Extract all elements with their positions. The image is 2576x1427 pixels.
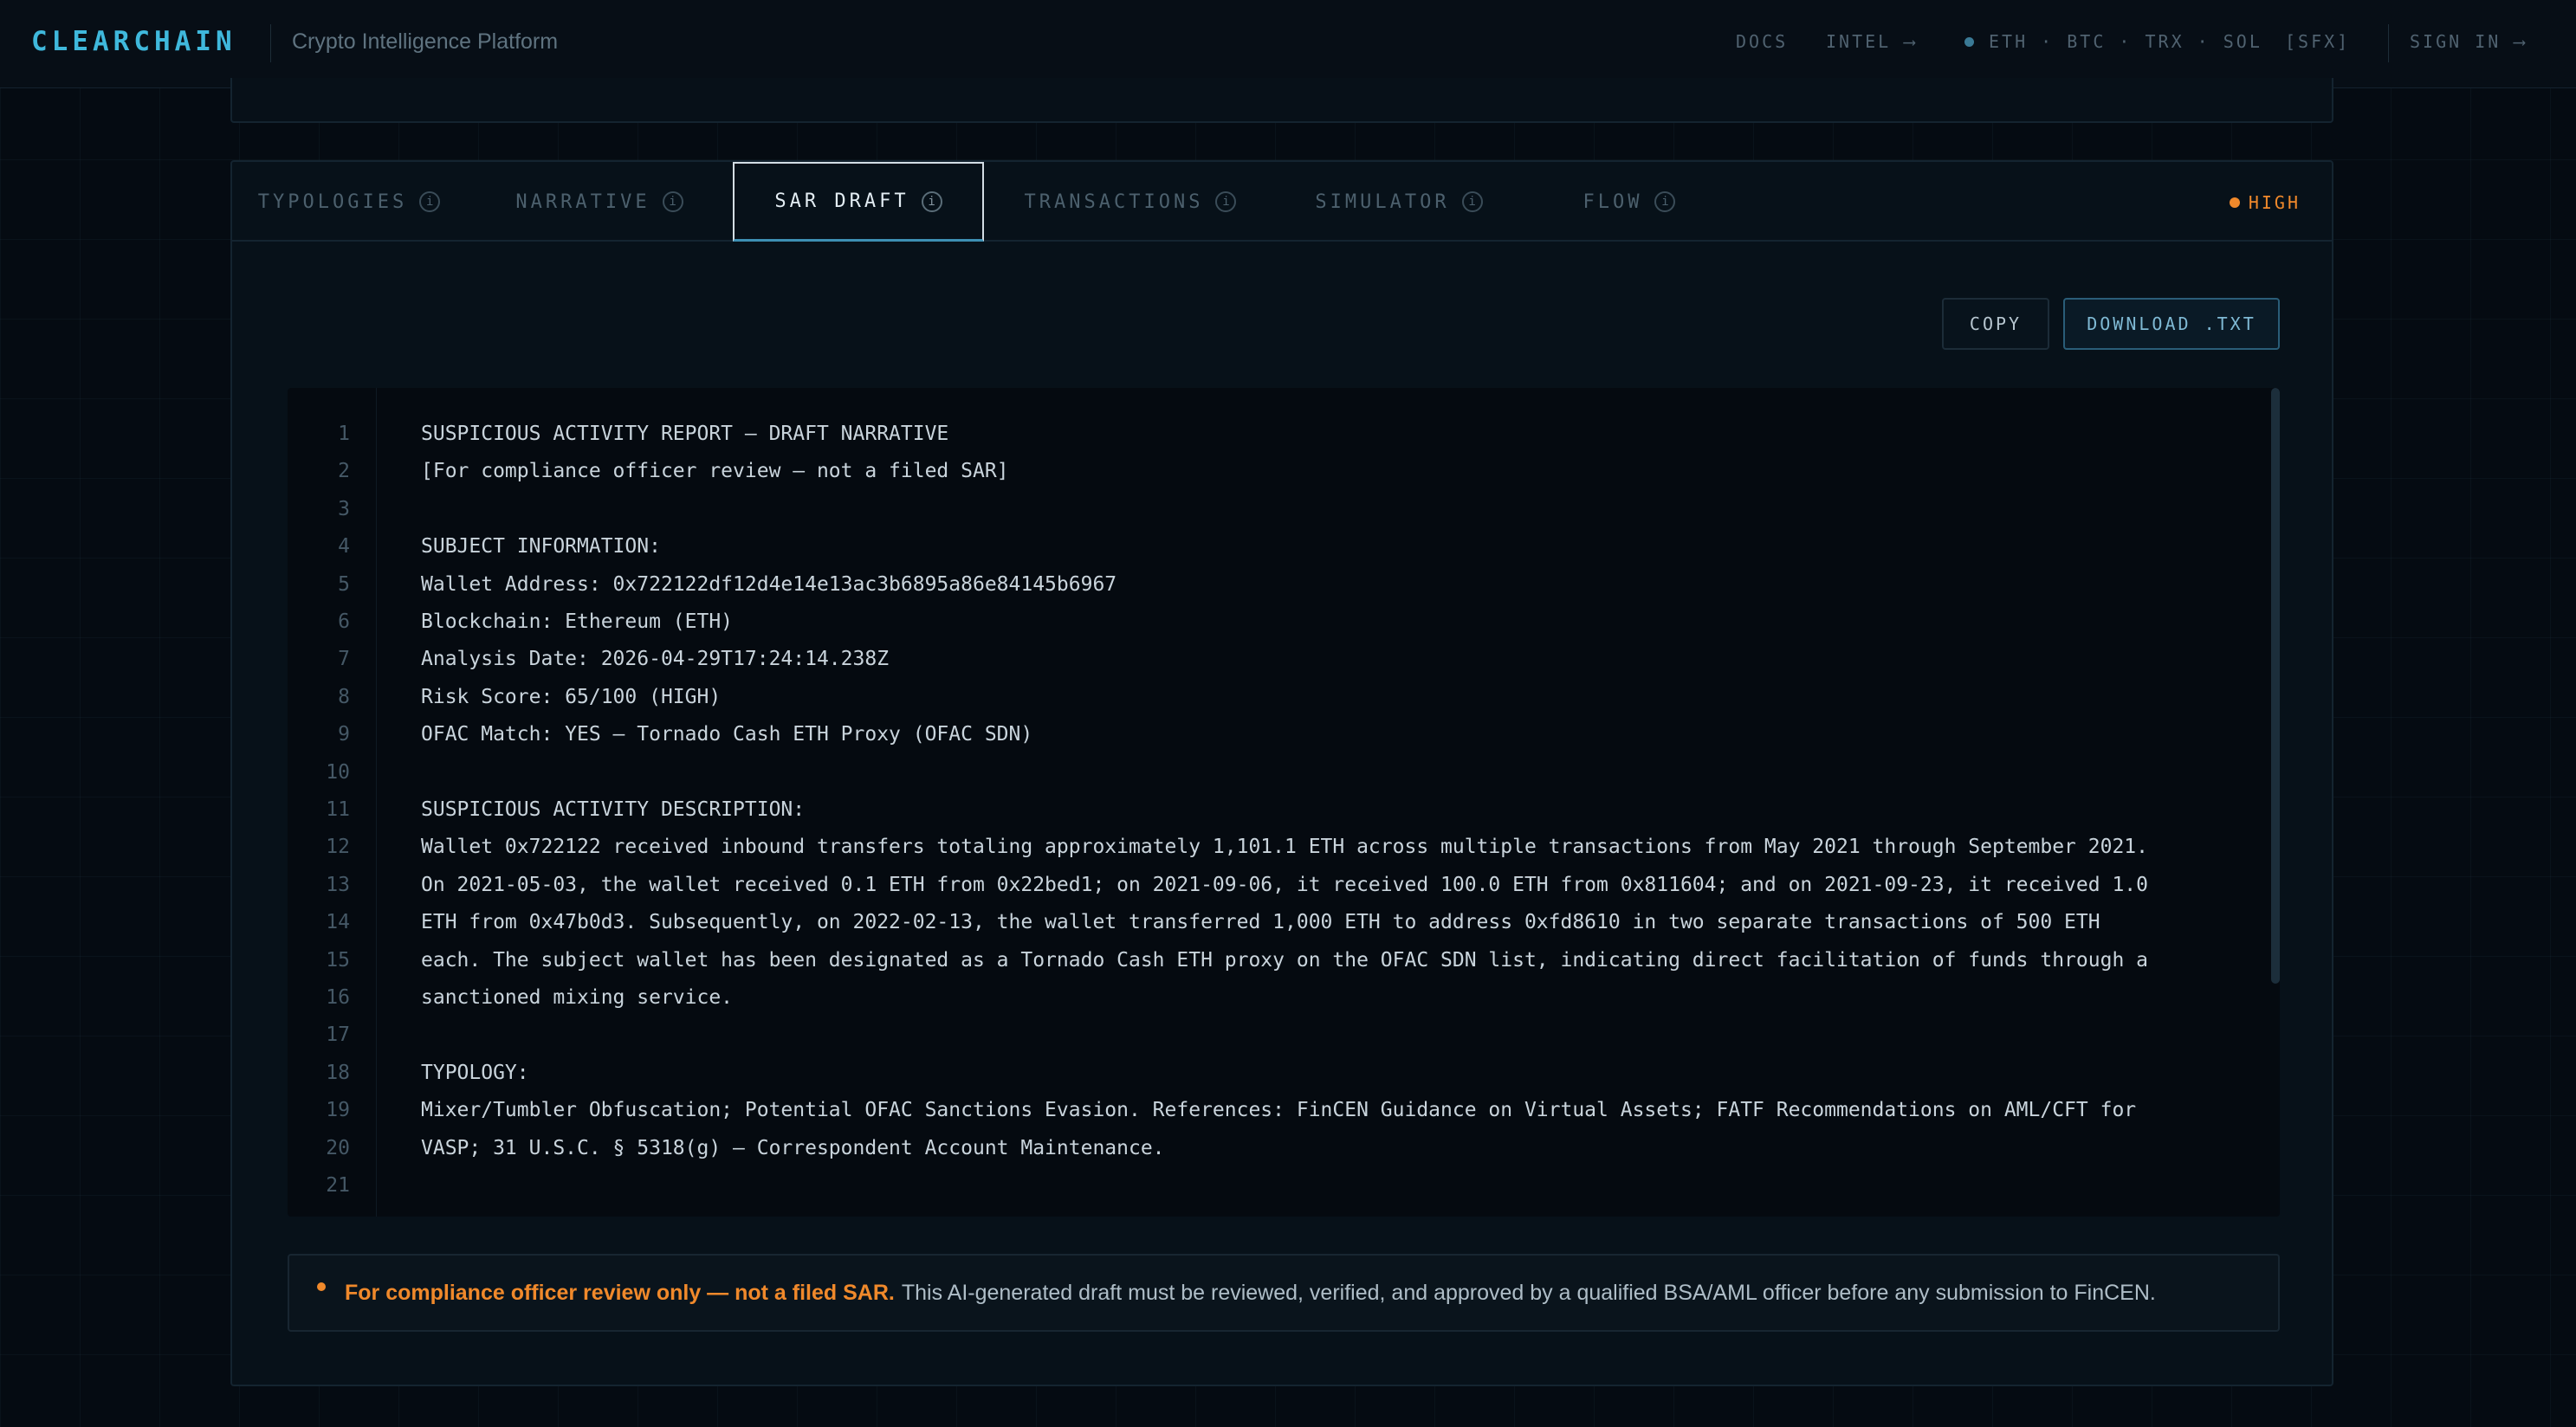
line-number: 8 — [338, 686, 350, 708]
warning-dot-icon — [317, 1282, 326, 1291]
line-number: 14 — [326, 911, 350, 933]
nav-link-intel[interactable]: INTEL ⟶ — [1826, 31, 1917, 52]
sign-in-link[interactable]: SIGN IN ⟶ — [2410, 31, 2527, 52]
report-line: SUSPICIOUS ACTIVITY DESCRIPTION: — [421, 798, 806, 821]
line-number: 1 — [338, 423, 350, 445]
analysis-tabs: TYPOLOGIES i NARRATIVE i SAR DRAFT i TRA… — [232, 162, 2332, 242]
line-number: 3 — [338, 498, 350, 520]
line-number: 6 — [338, 610, 350, 633]
line-number: 20 — [326, 1137, 350, 1159]
line-number: 12 — [326, 836, 350, 858]
info-icon[interactable]: i — [662, 191, 683, 212]
report-line: VASP; 31 U.S.C. § 5318(g) — Corresponden… — [421, 1137, 1165, 1159]
tab-typologies[interactable]: TYPOLOGIES i — [232, 162, 466, 242]
disclaimer-emphasis: For compliance officer review only — not… — [345, 1280, 895, 1305]
info-icon[interactable]: i — [1654, 191, 1676, 212]
line-number: 4 — [338, 535, 350, 558]
report-line: sanctioned mixing service. — [421, 986, 734, 1009]
info-icon[interactable]: i — [1461, 191, 1483, 212]
line-number: 15 — [326, 949, 350, 972]
line-number: 7 — [338, 648, 350, 670]
line-number: 5 — [338, 573, 350, 596]
top-navigation: CLEARCHAIN Crypto Intelligence Platform … — [0, 0, 2576, 88]
risk-dot-icon — [2229, 197, 2240, 208]
info-icon[interactable]: i — [921, 190, 942, 212]
tab-label: TRANSACTIONS — [1024, 190, 1204, 213]
disclaimer-text: This AI-generated draft must be reviewed… — [901, 1280, 2156, 1305]
tab-label: NARRATIVE — [515, 190, 650, 213]
report-line: ETH from 0x47b0d3. Subsequently, on 2022… — [421, 911, 2100, 933]
brand-divider — [270, 24, 271, 62]
line-number: 13 — [326, 874, 350, 896]
review-disclaimer: For compliance officer review only — not… — [288, 1254, 2280, 1332]
tab-label: FLOW — [1582, 190, 1643, 213]
report-line: SUBJECT INFORMATION: — [421, 535, 661, 558]
tab-transactions[interactable]: TRANSACTIONS i — [993, 162, 1268, 242]
line-number: 19 — [326, 1099, 350, 1121]
report-line: OFAC Match: YES — Tornado Cash ETH Proxy… — [421, 723, 1033, 746]
brand-logo[interactable]: CLEARCHAIN — [31, 26, 236, 57]
report-line: Blockchain: Ethereum (ETH) — [421, 610, 734, 633]
sar-draft-viewer[interactable]: 1 SUSPICIOUS ACTIVITY REPORT — DRAFT NARR… — [288, 388, 2280, 1217]
nav-divider — [2388, 24, 2389, 62]
info-icon[interactable]: i — [419, 191, 441, 212]
tab-narrative[interactable]: NARRATIVE i — [475, 162, 724, 242]
chain-status-dot-icon — [1964, 37, 1974, 47]
report-line: On 2021-05-03, the wallet received 0.1 E… — [421, 874, 2148, 896]
previous-panel-edge — [230, 78, 2333, 123]
report-line: Analysis Date: 2026-04-29T17:24:14.238Z — [421, 648, 890, 670]
report-line: Wallet 0x722122 received inbound transfe… — [421, 836, 2148, 858]
line-number: 21 — [326, 1174, 350, 1197]
brand-tagline: Crypto Intelligence Platform — [292, 29, 559, 54]
analysis-panel: TYPOLOGIES i NARRATIVE i SAR DRAFT i TRA… — [230, 160, 2333, 1386]
risk-level-badge: HIGH — [2229, 192, 2301, 213]
report-line: Wallet Address: 0x722122df12d4e14e13ac3b… — [421, 573, 1117, 596]
tab-label: TYPOLOGIES — [257, 190, 408, 213]
info-icon[interactable]: i — [1215, 191, 1237, 212]
report-line: Risk Score: 65/100 (HIGH) — [421, 686, 722, 708]
report-line: Mixer/Tumbler Obfuscation; Potential OFA… — [421, 1099, 2137, 1121]
tab-simulator[interactable]: SIMULATOR i — [1277, 162, 1521, 242]
nav-chain-selector[interactable]: ETH · BTC · TRX · SOL — [1989, 31, 2262, 52]
tab-flow[interactable]: FLOW i — [1530, 162, 1729, 242]
report-line: each. The subject wallet has been design… — [421, 949, 2148, 972]
line-number: 11 — [326, 798, 350, 821]
tab-sar-draft[interactable]: SAR DRAFT i — [733, 162, 984, 242]
risk-level-label: HIGH — [2248, 192, 2301, 213]
line-number: 18 — [326, 1062, 350, 1084]
tab-label: SIMULATOR — [1315, 190, 1450, 213]
report-line: SUSPICIOUS ACTIVITY REPORT — DRAFT NARRA… — [421, 423, 949, 445]
nav-link-docs[interactable]: DOCS — [1736, 31, 1788, 52]
scrollbar-thumb[interactable] — [2271, 388, 2280, 984]
tab-label: SAR DRAFT — [774, 190, 909, 212]
line-number: 17 — [326, 1023, 350, 1046]
report-line: [For compliance officer review — not a f… — [421, 460, 1009, 482]
line-number: 16 — [326, 986, 350, 1009]
line-number: 2 — [338, 460, 350, 482]
line-number: 10 — [326, 761, 350, 784]
report-line: TYPOLOGY: — [421, 1062, 529, 1084]
copy-button[interactable]: COPY — [1942, 298, 2049, 350]
download-txt-button[interactable]: DOWNLOAD .TXT — [2063, 298, 2280, 350]
nav-sfx-toggle[interactable]: [SFX] — [2285, 31, 2350, 52]
line-number: 9 — [338, 723, 350, 746]
